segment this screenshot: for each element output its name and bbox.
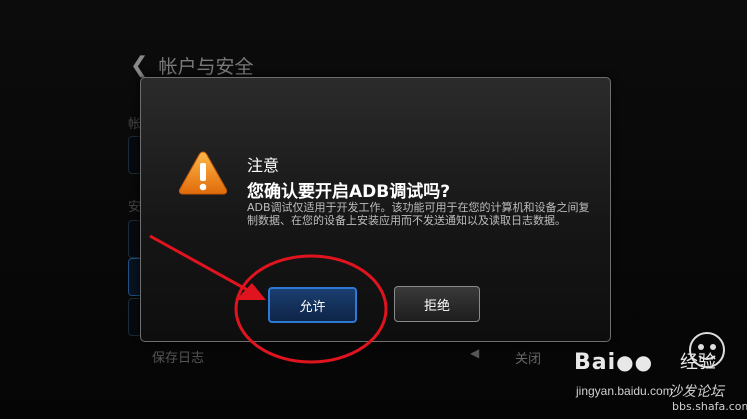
dialog-body-text: ADB调试仅适用于开发工作。该功能可用于在您的计算机和设备之间复制数据、在您的设… (247, 201, 590, 227)
save-log-value[interactable]: 关闭 (515, 348, 541, 367)
dialog-title: 注意 (247, 156, 280, 175)
warning-icon (178, 151, 228, 195)
background-page-title: 帐户与安全 (158, 56, 254, 78)
watermark-site: bbs.shafa.com (672, 400, 747, 413)
back-arrow-icon[interactable]: ❮ (130, 53, 148, 78)
chevron-left-icon: ◀ (470, 346, 480, 360)
watermark-tag: 沙发论坛 (668, 384, 724, 400)
allow-button-label: 允许 (299, 299, 326, 315)
deny-button-label: 拒绝 (423, 298, 450, 314)
watermark-logo: Bai●● (574, 350, 654, 375)
watermark-url: jingyan.baidu.com (576, 384, 673, 398)
background-header: ❮ 帐户与安全 (130, 52, 253, 79)
watermark-logo-cn: 经验 (680, 352, 716, 373)
save-log-label: 保存日志 (152, 351, 205, 366)
allow-button[interactable]: 允许 (268, 287, 357, 323)
deny-button[interactable]: 拒绝 (394, 286, 480, 322)
dialog-question: 您确认要开启ADB调试吗? (247, 182, 451, 202)
